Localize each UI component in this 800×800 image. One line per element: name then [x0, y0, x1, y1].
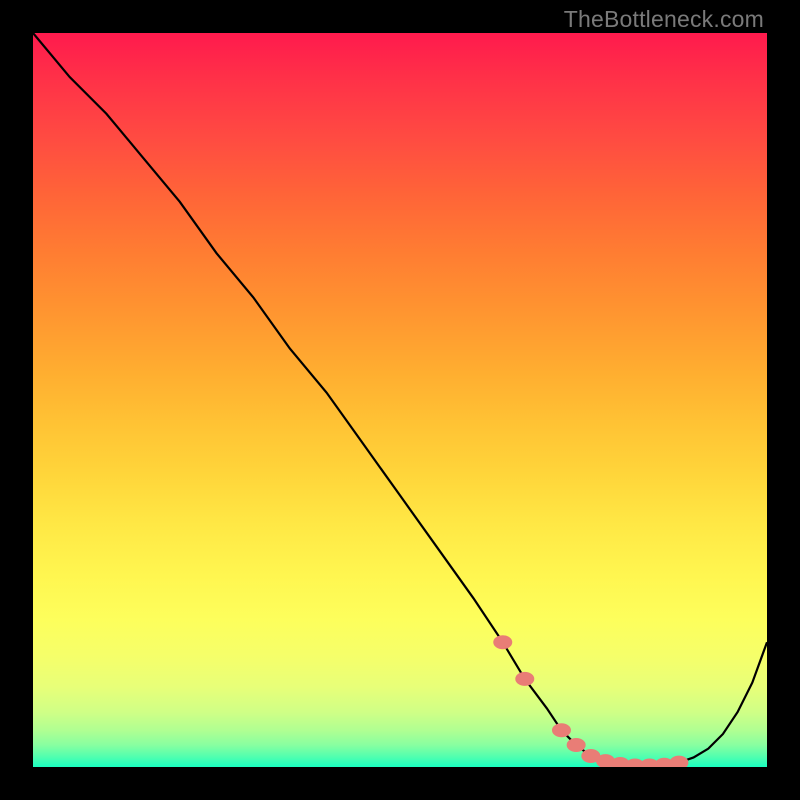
marker-dot [567, 738, 585, 751]
chart-svg [33, 33, 767, 767]
chart-container: TheBottleneck.com [0, 0, 800, 800]
marker-dot [611, 758, 629, 767]
plot-area [33, 33, 767, 767]
marker-dot [670, 756, 688, 767]
watermark-text: TheBottleneck.com [564, 6, 764, 33]
marker-dot [626, 759, 644, 767]
marker-dot [552, 724, 570, 737]
marker-dot [582, 749, 600, 762]
marker-dot [494, 636, 512, 649]
marker-dot [597, 755, 615, 767]
marker-dot [655, 758, 673, 767]
markers-group [494, 636, 688, 767]
marker-dot [516, 672, 534, 685]
bottleneck-curve [33, 33, 767, 766]
marker-dot [641, 759, 659, 767]
